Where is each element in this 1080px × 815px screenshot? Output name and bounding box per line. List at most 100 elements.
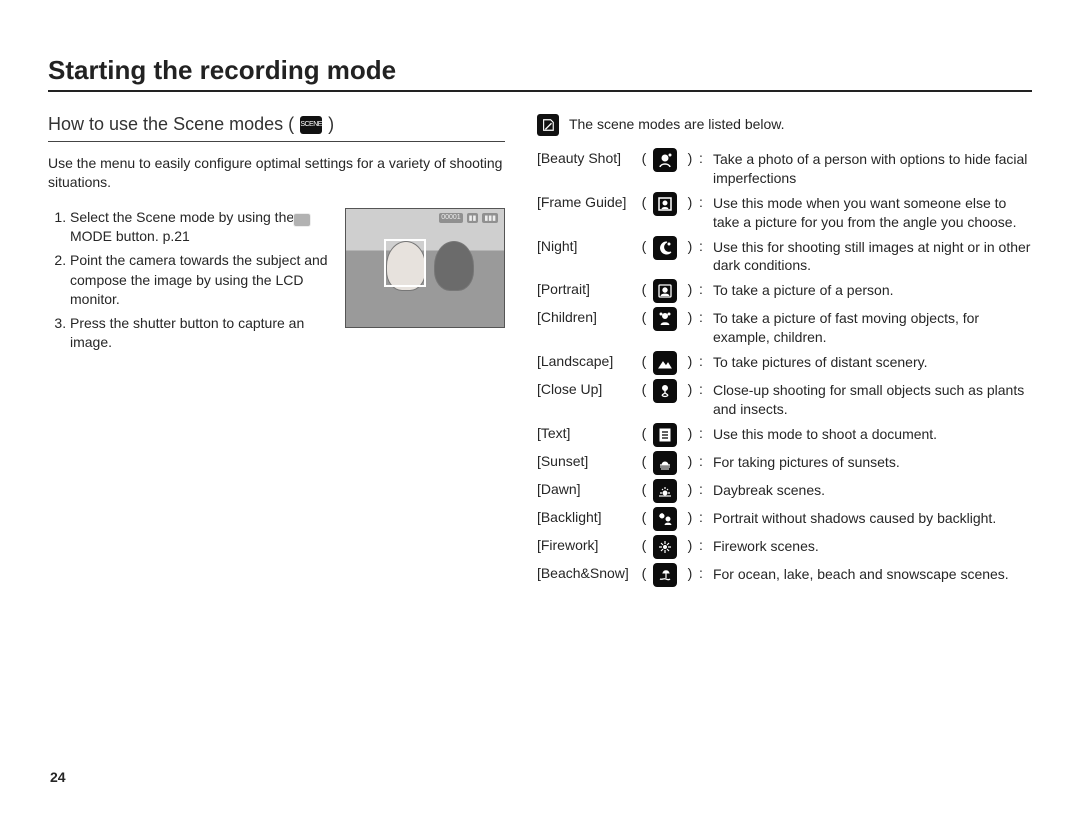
colon: :	[699, 565, 709, 581]
open-paren: (	[639, 309, 649, 325]
heading-suffix: )	[328, 114, 334, 135]
colon: :	[699, 381, 709, 397]
scene-mode-desc: Use this for shooting still images at ni…	[713, 238, 1032, 276]
open-paren: (	[639, 509, 649, 525]
scene-mode-name: [Text]	[537, 425, 635, 441]
page-title: Starting the recording mode	[48, 55, 1032, 92]
close-paren: )	[685, 150, 695, 166]
scene-mode-table: [Beauty Shot]():Take a photo of a person…	[537, 150, 1032, 587]
frame-icon	[653, 192, 677, 216]
step-item: Press the shutter button to capture an i…	[70, 314, 329, 353]
open-paren: (	[639, 481, 649, 497]
open-paren: (	[639, 194, 649, 210]
section-heading: How to use the Scene modes ( SCENE )	[48, 114, 505, 142]
firework-icon	[653, 535, 677, 559]
step-list: Select the Scene mode by using the MODE …	[48, 208, 329, 357]
close-paren: )	[685, 238, 695, 254]
scene-mode-row: [Portrait]():To take a picture of a pers…	[537, 281, 1032, 303]
colon: :	[699, 281, 709, 297]
scene-mode-name: [Close Up]	[537, 381, 635, 397]
open-paren: (	[639, 453, 649, 469]
scene-mode-name: [Children]	[537, 309, 635, 325]
scene-mode-name: [Firework]	[537, 537, 635, 553]
step-item: Point the camera towards the subject and…	[70, 251, 329, 310]
scene-mode-row: [Dawn]():Daybreak scenes.	[537, 481, 1032, 503]
colon: :	[699, 481, 709, 497]
scene-mode-desc: To take a picture of a person.	[713, 281, 1032, 300]
scene-mode-desc: Use this mode when you want someone else…	[713, 194, 1032, 232]
scene-mode-desc: For ocean, lake, beach and snowscape sce…	[713, 565, 1032, 584]
colon: :	[699, 509, 709, 525]
scene-mode-name: [Portrait]	[537, 281, 635, 297]
backlight-icon	[653, 507, 677, 531]
colon: :	[699, 150, 709, 166]
scene-mode-desc: To take a picture of fast moving objects…	[713, 309, 1032, 347]
close-paren: )	[685, 453, 695, 469]
close-paren: )	[685, 565, 695, 581]
colon: :	[699, 309, 709, 325]
scene-mode-name: [Beauty Shot]	[537, 150, 635, 166]
colon: :	[699, 425, 709, 441]
open-paren: (	[639, 425, 649, 441]
scene-mode-desc: Take a photo of a person with options to…	[713, 150, 1032, 188]
step-item: Select the Scene mode by using the MODE …	[70, 208, 329, 247]
close-paren: )	[685, 425, 695, 441]
scene-mode-name: [Frame Guide]	[537, 194, 635, 210]
beach-icon	[653, 563, 677, 587]
open-paren: (	[639, 281, 649, 297]
note-text: The scene modes are listed below.	[569, 114, 785, 132]
scene-mode-name: [Backlight]	[537, 509, 635, 525]
close-paren: )	[685, 481, 695, 497]
open-paren: (	[639, 537, 649, 553]
closeup-icon	[653, 379, 677, 403]
scene-mode-desc: Use this mode to shoot a document.	[713, 425, 1032, 444]
night-icon	[653, 236, 677, 260]
close-paren: )	[685, 537, 695, 553]
sunset-icon	[653, 451, 677, 475]
open-paren: (	[639, 150, 649, 166]
scene-mode-row: [Close Up]():Close-up shooting for small…	[537, 381, 1032, 419]
scene-mode-row: [Sunset]():For taking pictures of sunset…	[537, 453, 1032, 475]
close-paren: )	[685, 381, 695, 397]
open-paren: (	[639, 238, 649, 254]
page-number: 24	[50, 769, 66, 785]
open-paren: (	[639, 353, 649, 369]
scene-mode-row: [Landscape]():To take pictures of distan…	[537, 353, 1032, 375]
scene-mode-name: [Dawn]	[537, 481, 635, 497]
camera-preview-image: 00001▮▮▮▮▮	[345, 208, 505, 328]
scene-mode-name: [Night]	[537, 238, 635, 254]
scene-mode-name: [Beach&Snow]	[537, 565, 635, 581]
scene-mode-row: [Backlight]():Portrait without shadows c…	[537, 509, 1032, 531]
section-lead: Use the menu to easily configure optimal…	[48, 154, 505, 192]
colon: :	[699, 453, 709, 469]
dawn-icon	[653, 479, 677, 503]
close-paren: )	[685, 194, 695, 210]
close-paren: )	[685, 509, 695, 525]
scene-mode-desc: To take pictures of distant scenery.	[713, 353, 1032, 372]
scene-mode-row: [Beach&Snow]():For ocean, lake, beach an…	[537, 565, 1032, 587]
scene-mode-row: [Night]():Use this for shooting still im…	[537, 238, 1032, 276]
scene-mode-name: [Sunset]	[537, 453, 635, 469]
children-icon	[653, 307, 677, 331]
open-paren: (	[639, 565, 649, 581]
close-paren: )	[685, 309, 695, 325]
scene-mode-row: [Text]():Use this mode to shoot a docume…	[537, 425, 1032, 447]
scene-mode-desc: Close-up shooting for small objects such…	[713, 381, 1032, 419]
scene-mode-row: [Beauty Shot]():Take a photo of a person…	[537, 150, 1032, 188]
scene-mode-row: [Children]():To take a picture of fast m…	[537, 309, 1032, 347]
close-paren: )	[685, 353, 695, 369]
landscape-icon	[653, 351, 677, 375]
open-paren: (	[639, 381, 649, 397]
beauty-icon	[653, 148, 677, 172]
scene-mode-row: [Frame Guide]():Use this mode when you w…	[537, 194, 1032, 232]
scene-mode-icon: SCENE	[300, 116, 322, 134]
colon: :	[699, 194, 709, 210]
text-icon	[653, 423, 677, 447]
heading-prefix: How to use the Scene modes (	[48, 114, 294, 135]
colon: :	[699, 353, 709, 369]
portrait-icon	[653, 279, 677, 303]
colon: :	[699, 537, 709, 553]
scene-mode-desc: Daybreak scenes.	[713, 481, 1032, 500]
scene-mode-desc: Portrait without shadows caused by backl…	[713, 509, 1032, 528]
scene-mode-desc: Firework scenes.	[713, 537, 1032, 556]
